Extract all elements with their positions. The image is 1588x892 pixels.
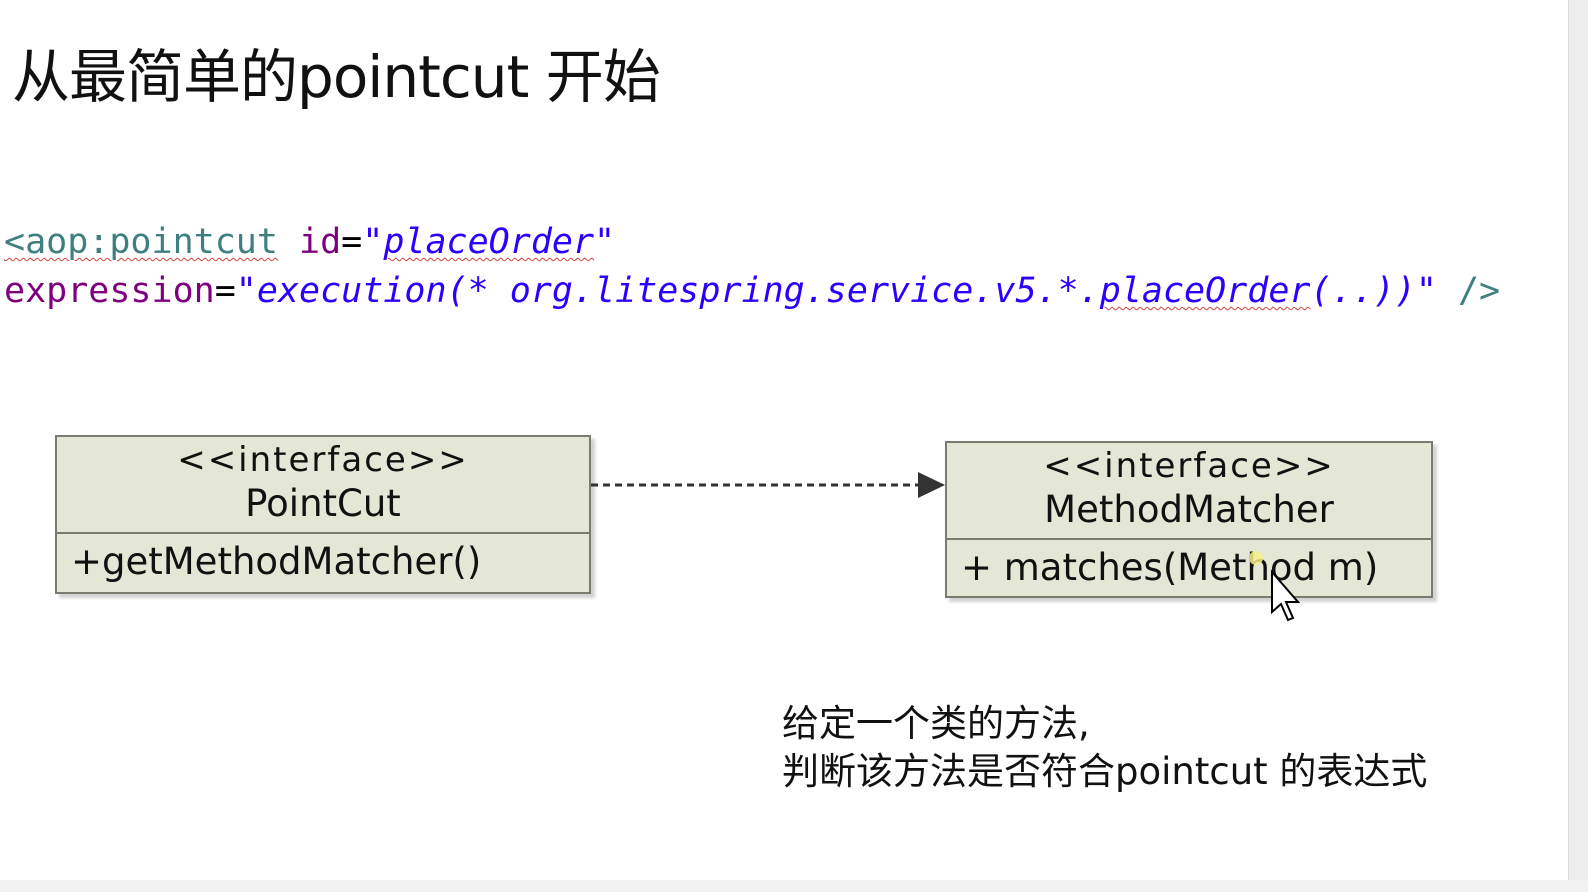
uml-class-name: PointCut <box>245 482 401 525</box>
arrowhead-icon <box>918 472 945 498</box>
xml-expr-suffix: (..))" <box>1310 271 1437 311</box>
xml-quote-open: " <box>362 222 384 262</box>
xml-equals: = <box>214 271 236 311</box>
code-line-1: <aop:pointcut id="placeOrder" <box>4 222 615 262</box>
code-line-2: expression="execution(* org.litespring.s… <box>4 271 1500 311</box>
xml-quote-close: " <box>594 222 616 262</box>
xml-expr-method: placeOrder <box>1099 271 1311 311</box>
window-edge-right <box>1568 0 1588 892</box>
uml-class-header: <<interface>> MethodMatcher <box>947 443 1431 540</box>
xml-tag-open: <aop:pointcut <box>4 222 278 262</box>
uml-class-pointcut: <<interface>> PointCut +getMethodMatcher… <box>55 435 591 594</box>
uml-stereotype: <<interface>> <box>177 440 469 480</box>
slide-title: 从最简单的pointcut 开始 <box>12 43 661 111</box>
xml-id-value: placeOrder <box>383 222 595 262</box>
uml-operation: +getMethodMatcher() <box>71 540 482 583</box>
uml-class-name: MethodMatcher <box>1044 488 1334 531</box>
explanation-note: 给定一个类的方法, 判断该方法是否符合pointcut 的表达式 <box>782 700 1427 796</box>
xml-expr-prefix: "execution(* org.litespring.service.v5.*… <box>235 271 1100 311</box>
note-line-2: 判断该方法是否符合pointcut 的表达式 <box>782 750 1428 793</box>
window-edge-bottom <box>0 880 1588 892</box>
xml-tag-close: /> <box>1436 271 1501 311</box>
mouse-cursor-icon <box>1250 551 1300 622</box>
xml-attr-expression: expression <box>4 271 215 311</box>
note-line-1: 给定一个类的方法, <box>782 702 1090 745</box>
uml-class-method-matcher: <<interface>> MethodMatcher + matches(Me… <box>945 441 1433 598</box>
xml-equals: = <box>341 222 363 262</box>
uml-class-header: <<interface>> PointCut <box>57 437 589 534</box>
uml-operation: + matches(Method m) <box>961 546 1379 589</box>
uml-stereotype: <<interface>> <box>1043 446 1335 486</box>
slide: 从最简单的pointcut 开始 <aop:pointcut id="place… <box>0 0 1568 880</box>
xml-attr-id: id <box>299 222 342 262</box>
